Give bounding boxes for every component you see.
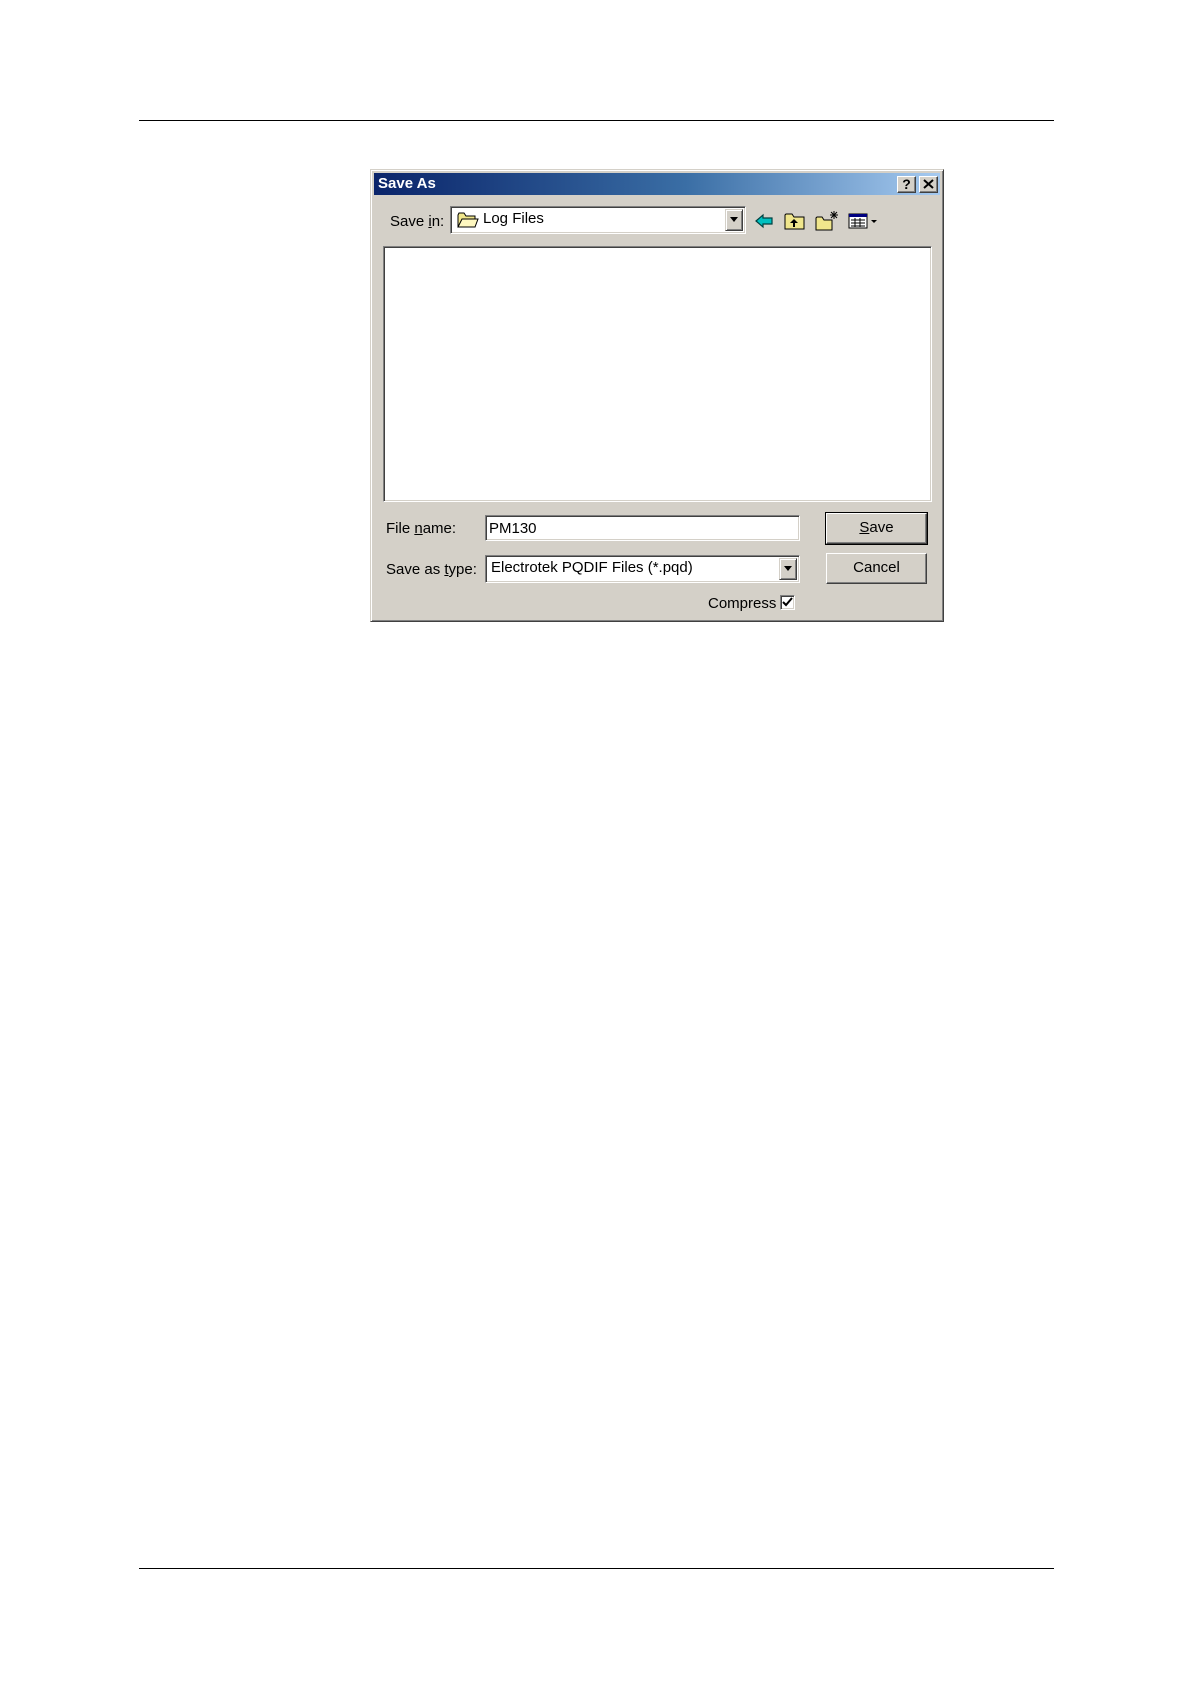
back-icon[interactable]	[753, 210, 775, 232]
file-name-input[interactable]	[485, 515, 800, 541]
chevron-down-icon	[784, 566, 792, 571]
new-folder-icon[interactable]	[814, 210, 840, 232]
save-in-label: Save in:	[390, 213, 445, 230]
cancel-button[interactable]: Cancel	[826, 553, 927, 584]
save-as-type-label: Save as type:	[386, 561, 477, 578]
compress-checkbox[interactable]	[780, 595, 795, 610]
save-button[interactable]: Save	[825, 512, 928, 545]
checkmark-icon	[782, 597, 793, 607]
title-bar[interactable]: Save As ?	[374, 173, 940, 195]
save-as-type-value: Electrotek PQDIF Files (*.pqd)	[491, 559, 693, 576]
page-footer-rule	[139, 1568, 1054, 1569]
close-icon	[923, 179, 934, 189]
save-as-dialog: Save As ? Save in: Log Files File name: …	[370, 169, 944, 622]
help-button[interactable]: ?	[897, 176, 916, 193]
folder-icon	[457, 212, 479, 228]
save-in-combobox[interactable]: Log Files	[450, 206, 746, 234]
dialog-title: Save As	[378, 175, 436, 192]
view-menu-icon[interactable]	[847, 210, 881, 232]
save-in-dropdown-button[interactable]	[725, 209, 743, 231]
compress-label: Compress	[708, 595, 777, 612]
close-button[interactable]	[919, 176, 938, 193]
save-in-value: Log Files	[483, 210, 544, 227]
save-as-type-select[interactable]: Electrotek PQDIF Files (*.pqd)	[485, 555, 800, 583]
up-folder-icon[interactable]	[783, 210, 807, 232]
file-name-label: File name:	[386, 520, 457, 537]
file-list-pane[interactable]	[383, 246, 932, 502]
save-as-type-dropdown-button[interactable]	[779, 558, 797, 580]
chevron-down-icon	[730, 217, 738, 222]
page-header-rule	[139, 120, 1054, 121]
